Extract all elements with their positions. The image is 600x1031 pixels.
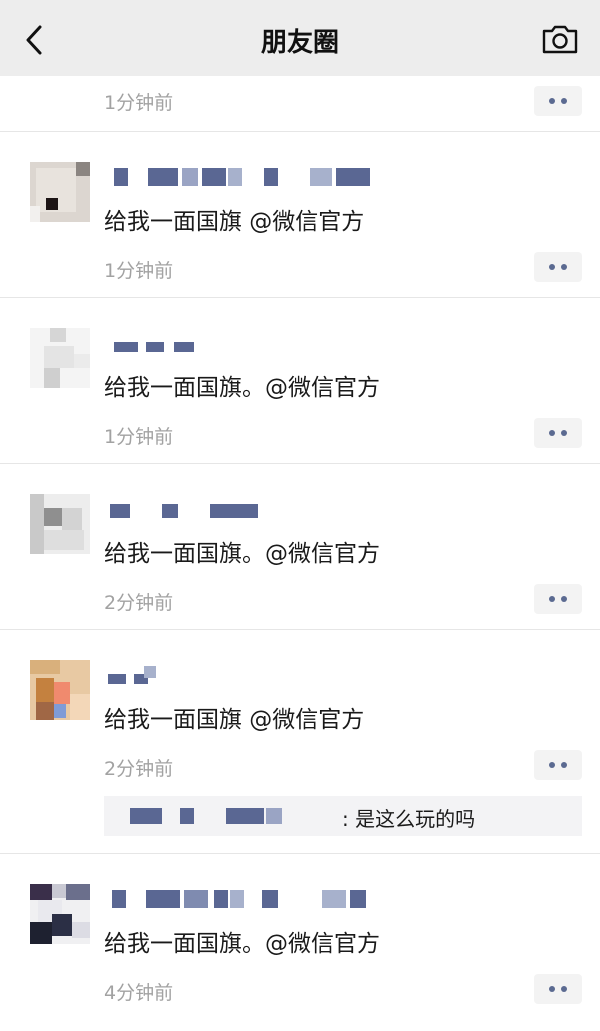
avatar[interactable] (30, 660, 90, 720)
more-dot-icon (561, 98, 567, 104)
page-title: 朋友圈 (260, 28, 339, 58)
more-dot-icon (549, 986, 555, 992)
moment-post: 给我一面国旗。@微信官方 1分钟前 (0, 298, 600, 464)
more-dot-icon (549, 596, 555, 602)
more-dot-icon (561, 264, 567, 270)
nav-bar: 朋友圈 (0, 0, 600, 76)
moments-feed: 1分钟前 给我一面国旗 @微信官方 1分钟前 给我一面国旗。@微信官方 1分钟前… (0, 76, 600, 1030)
comment-text: : 是这么玩的吗 (342, 807, 476, 831)
post-content: 给我一面国旗 @微信官方 (104, 707, 365, 733)
comment-box: : 是这么玩的吗 (104, 796, 582, 836)
avatar[interactable] (30, 328, 90, 388)
more-dot-icon (561, 986, 567, 992)
moment-post: 给我一面国旗。@微信官方 2分钟前 (0, 464, 600, 630)
post-timestamp: 1分钟前 (104, 426, 174, 448)
avatar[interactable] (30, 162, 90, 222)
moment-post: 给我一面国旗 @微信官方 2分钟前 : 是这么玩的吗 (0, 630, 600, 854)
post-timestamp: 4分钟前 (104, 982, 174, 1004)
post-timestamp: 1分钟前 (104, 92, 174, 114)
moment-post: 给我一面国旗 @微信官方 1分钟前 (0, 132, 600, 298)
post-content: 给我一面国旗。@微信官方 (104, 541, 380, 567)
avatar[interactable] (30, 884, 90, 944)
more-dot-icon (561, 596, 567, 602)
post-content: 给我一面国旗。@微信官方 (104, 931, 380, 957)
moment-post: 1分钟前 (0, 76, 600, 132)
post-content: 给我一面国旗。@微信官方 (104, 375, 380, 401)
more-dot-icon (549, 98, 555, 104)
post-timestamp: 2分钟前 (104, 592, 174, 614)
more-actions-button[interactable] (534, 86, 582, 116)
more-dot-icon (549, 762, 555, 768)
moment-post: 给我一面国旗。@微信官方 4分钟前 (0, 854, 600, 1030)
post-timestamp: 1分钟前 (104, 260, 174, 282)
more-actions-button[interactable] (534, 584, 582, 614)
avatar[interactable] (30, 494, 90, 554)
more-actions-button[interactable] (534, 974, 582, 1004)
camera-icon[interactable] (540, 22, 580, 56)
more-dot-icon (561, 430, 567, 436)
more-actions-button[interactable] (534, 418, 582, 448)
more-dot-icon (561, 762, 567, 768)
post-content: 给我一面国旗 @微信官方 (104, 209, 365, 235)
more-dot-icon (549, 430, 555, 436)
more-actions-button[interactable] (534, 252, 582, 282)
post-timestamp: 2分钟前 (104, 758, 174, 780)
more-actions-button[interactable] (534, 750, 582, 780)
more-dot-icon (549, 264, 555, 270)
